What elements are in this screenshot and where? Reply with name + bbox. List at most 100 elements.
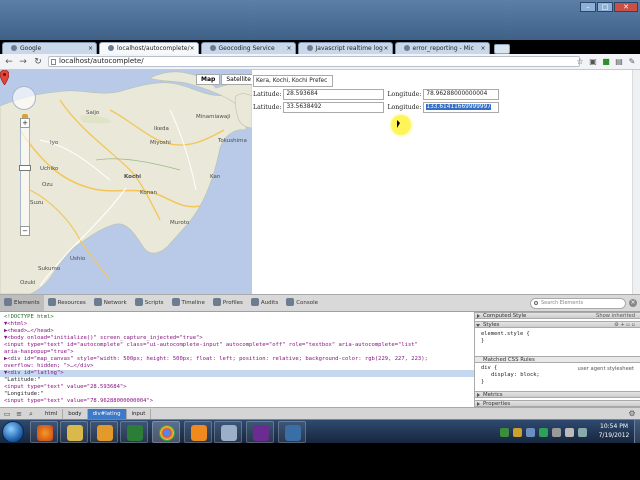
dom-line[interactable]: <input type="text" id="autocomplete" cla… xyxy=(4,342,418,349)
page-scrollbar[interactable] xyxy=(632,70,640,294)
tab-javascript-log[interactable]: Javascript realtime log × xyxy=(297,42,393,54)
tab-close-icon[interactable]: × xyxy=(286,43,291,54)
tab-close-icon[interactable]: × xyxy=(480,43,485,54)
tab-localhost[interactable]: localhost/autocomplete/× xyxy=(99,42,199,54)
map-label-ozuki: Ozuki xyxy=(20,280,36,286)
tray-icon[interactable] xyxy=(578,427,587,437)
zoom-slider[interactable]: + − xyxy=(19,118,31,236)
styles-header[interactable]: Styles ⚙ + ▫ ▫ xyxy=(475,321,640,328)
settings-gear-icon[interactable]: ⚙ xyxy=(627,409,637,419)
map-label-kochi: Kochi xyxy=(124,174,142,180)
maximize-icon[interactable]: □ xyxy=(597,2,613,12)
star-icon[interactable]: ☆ xyxy=(574,56,586,67)
dom-line[interactable]: ▼<html> xyxy=(4,321,27,328)
taskbar-chrome[interactable] xyxy=(152,421,180,443)
dom-line[interactable]: overflow: hidden; ">…</div> xyxy=(4,363,93,370)
metrics-header[interactable]: Metrics xyxy=(475,391,640,398)
devtools-tab-network[interactable]: Network xyxy=(90,295,131,311)
taskbar-clock[interactable]: 10:54 PM 7/19/2012 xyxy=(592,422,636,442)
page-menu-icon[interactable]: ▤ xyxy=(613,56,625,67)
longitude-label: Longitude: xyxy=(387,103,422,111)
map-marker-icon[interactable] xyxy=(0,70,9,85)
address-bar[interactable]: localhost/autocomplete/ xyxy=(48,56,580,67)
network-icon[interactable] xyxy=(552,427,561,437)
latitude-input[interactable]: 28.593684 xyxy=(283,88,385,100)
tab-close-icon[interactable]: × xyxy=(383,43,388,54)
favicon-icon xyxy=(403,45,410,51)
devtools-tab-profiles[interactable]: Profiles xyxy=(209,295,247,311)
pan-control[interactable] xyxy=(12,86,36,110)
autocomplete-input[interactable]: Kera, Kochi, Kochi Prefec xyxy=(253,75,333,87)
tab-close-icon[interactable]: × xyxy=(88,43,93,54)
tray-icon[interactable] xyxy=(526,427,535,437)
inspect-icon[interactable]: ⌕ xyxy=(26,409,36,419)
dom-line[interactable]: <input type="text" value="28.593684"> xyxy=(4,384,127,391)
style-toolbar-icons[interactable]: ⚙ + ▫ ▫ xyxy=(614,322,635,328)
tray-icon[interactable] xyxy=(539,427,548,437)
taskbar-explorer[interactable] xyxy=(60,421,88,443)
zoom-thumb[interactable] xyxy=(19,165,31,171)
breadcrumb-body[interactable]: body xyxy=(63,408,88,419)
map-type-satellite-button[interactable]: Satellite xyxy=(221,74,252,85)
favicon-icon xyxy=(108,45,114,51)
devtools-close-icon[interactable]: × xyxy=(629,299,637,307)
folder-icon xyxy=(67,425,83,441)
taskbar-media[interactable] xyxy=(90,421,118,443)
devtools-tab-scripts[interactable]: Scripts xyxy=(131,295,168,311)
breadcrumb-div-latlng[interactable]: div#latlng xyxy=(87,408,127,419)
reload-icon[interactable]: ↻ xyxy=(31,56,45,68)
show-desktop-button[interactable] xyxy=(634,420,640,444)
dom-line[interactable]: <!DOCTYPE html> xyxy=(4,314,54,321)
minimize-icon[interactable]: – xyxy=(580,2,596,12)
volume-icon[interactable] xyxy=(565,427,574,437)
longitude-input[interactable]: 133.61411669999997 xyxy=(423,101,500,113)
map-canvas[interactable]: Map Satellite + − Kochi Konan Muroto Miy… xyxy=(0,70,252,294)
taskbar-vlc[interactable] xyxy=(184,421,212,443)
taskbar-yahoo[interactable] xyxy=(246,421,274,443)
breadcrumb-html[interactable]: html xyxy=(40,408,64,419)
tray-icon[interactable] xyxy=(513,427,522,437)
dom-line[interactable]: ▶<div id="map_canvas" style="width: 500p… xyxy=(4,356,428,363)
dom-line[interactable]: aria-haspopup="true"> xyxy=(4,349,74,356)
taskbar-app[interactable] xyxy=(278,421,306,443)
tray-icon[interactable] xyxy=(500,427,509,437)
devtools-tab-timeline[interactable]: Timeline xyxy=(168,295,209,311)
back-arrow-icon[interactable]: ← xyxy=(2,56,16,68)
tab-error-reporting[interactable]: error_reporting - Mic × xyxy=(394,42,490,54)
dom-line[interactable]: ▼<body onload="initialize()" screen_capt… xyxy=(4,335,203,342)
breadcrumb-input[interactable]: input xyxy=(127,408,152,419)
devtools-tab-audits[interactable]: Audits xyxy=(247,295,282,311)
close-icon[interactable]: ✕ xyxy=(614,2,638,12)
wrench-icon[interactable]: ✎ xyxy=(626,56,638,67)
latitude-input[interactable]: 33.5638492 xyxy=(283,101,385,113)
dom-line[interactable]: ▶<head>…</head> xyxy=(4,328,54,335)
map-type-map-button[interactable]: Map xyxy=(196,74,221,85)
taskbar-firefox[interactable] xyxy=(30,421,58,443)
longitude-input[interactable]: 78.96288000000004 xyxy=(423,88,500,100)
dom-line[interactable]: <input type="text" value="78.96288000000… xyxy=(4,398,153,405)
tab-geocoding[interactable]: Geocoding Service × xyxy=(200,42,296,54)
computed-style-header[interactable]: Computed Style Show inherited xyxy=(475,312,640,319)
dock-icon[interactable]: ▭ xyxy=(2,409,12,419)
console-toggle-icon[interactable]: ≡ xyxy=(14,409,24,419)
zoom-in-icon[interactable]: + xyxy=(20,118,30,128)
properties-header[interactable]: Properties xyxy=(475,400,640,407)
search-elements-input[interactable]: Search Elements xyxy=(530,298,626,309)
taskbar-box-app[interactable] xyxy=(214,421,242,443)
zoom-out-icon[interactable]: − xyxy=(20,226,30,236)
forward-arrow-icon[interactable]: → xyxy=(16,56,30,68)
extension-green-icon[interactable]: ■ xyxy=(600,56,612,67)
devtools-tab-resources[interactable]: Resources xyxy=(44,295,90,311)
new-tab-button[interactable] xyxy=(493,44,510,54)
devtools-tab-console[interactable]: Console xyxy=(282,295,322,311)
extension-icon[interactable]: ▣ xyxy=(587,56,599,67)
start-button[interactable] xyxy=(2,421,24,443)
tab-google[interactable]: Google × xyxy=(2,42,97,54)
devtools-tab-elements[interactable]: Elements xyxy=(0,295,44,311)
taskbar-excel[interactable] xyxy=(120,421,148,443)
dom-line-selected[interactable]: ▼<div id="latlng"> xyxy=(0,370,474,377)
map-label-ikeda: Ikeda xyxy=(154,126,169,132)
dom-line[interactable]: "Latitude:" xyxy=(4,377,40,384)
dom-line[interactable]: "Longitude:" xyxy=(4,391,44,398)
tab-close-icon[interactable]: × xyxy=(189,43,194,54)
